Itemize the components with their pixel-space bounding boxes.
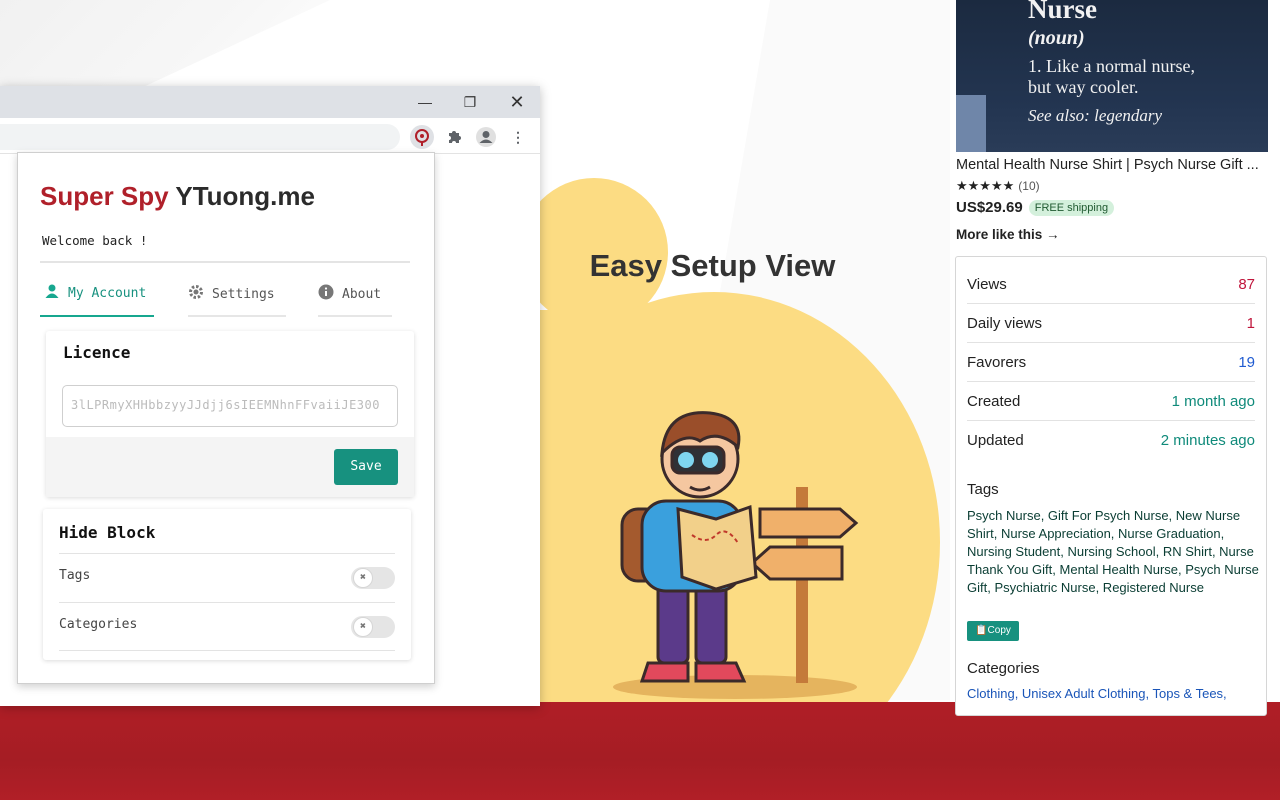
tab-label: Settings (212, 286, 275, 302)
licence-card: Licence 3lLPRmyXHHbbzyyJJdjj6sIEEMNhnFFv… (46, 331, 414, 497)
stat-label: Daily views (967, 315, 1043, 332)
address-bar[interactable] (0, 124, 400, 150)
spy-extension-icon[interactable] (410, 125, 434, 149)
stats-panel: Views 87 Daily views 1 Favorers 19 Creat… (955, 256, 1267, 716)
hide-categories-toggle[interactable]: ✖ (351, 616, 395, 638)
footer-band (0, 702, 1280, 800)
stat-value: 2 minutes ago (1160, 432, 1255, 449)
more-like-label: More like this (956, 227, 1043, 242)
extensions-puzzle-icon[interactable] (442, 125, 466, 149)
clipboard-icon: 📋 (975, 625, 988, 636)
divider (40, 261, 410, 263)
more-menu-icon[interactable]: ⋮ (506, 125, 530, 149)
hide-tags-label: Tags (59, 568, 91, 583)
more-like-this-link[interactable]: More like this → (956, 227, 1060, 242)
shirt-text-line: Nurse (1028, 0, 1097, 24)
price: US$29.69 (956, 199, 1023, 216)
arrow-right-icon: → (1046, 227, 1060, 242)
stat-row-daily-views: Daily views 1 (967, 304, 1255, 343)
hide-tags-row: Tags ✖ (59, 553, 395, 602)
hide-block-card: Hide Block Tags ✖ Categories ✖ (43, 509, 411, 660)
tab-label: About (342, 286, 382, 302)
welcome-text: Welcome back ! (42, 233, 148, 248)
title-bar: — ❐ ✕ (0, 86, 540, 118)
licence-title: Licence (63, 343, 131, 362)
person-icon (44, 283, 60, 303)
save-button[interactable]: Save (334, 449, 398, 485)
browser-toolbar: ⋮ (0, 118, 540, 154)
stat-value: 1 month ago (1171, 393, 1255, 410)
copy-label: Copy (987, 625, 1011, 636)
close-icon: ✖ (353, 568, 373, 588)
tags-list: Psych Nurse, Gift For Psych Nurse, New N… (967, 508, 1259, 595)
stat-label: Created (967, 393, 1021, 410)
stat-label: Updated (967, 432, 1024, 449)
tab-underline (318, 315, 392, 317)
star-rating-icons: ★★★★★ (956, 178, 1015, 193)
licence-card-footer: Save (46, 437, 414, 497)
hide-categories-label: Categories (59, 617, 138, 632)
shirt-text-line: but way cooler. (1028, 77, 1139, 97)
categories-heading: Categories (967, 660, 1040, 677)
minimize-icon[interactable]: — (414, 91, 436, 113)
hide-tags-toggle[interactable]: ✖ (351, 567, 395, 589)
profile-avatar-icon[interactable] (474, 125, 498, 149)
jeans-detail (956, 95, 986, 152)
info-icon (318, 284, 334, 304)
stat-row-created: Created 1 month ago (967, 382, 1255, 421)
shirt-text-line: 1. Like a normal nurse, (1028, 56, 1195, 76)
background-shape (0, 0, 330, 100)
brand-name-dark: YTuong.me (175, 181, 315, 211)
tab-my-account[interactable]: My Account (40, 271, 154, 317)
restore-icon[interactable]: ❐ (459, 91, 481, 113)
shirt-text-line: (noun) (1028, 27, 1085, 49)
hide-categories-row: Categories ✖ (59, 602, 395, 651)
product-image[interactable]: Nurse (noun) 1. Like a normal nurse, but… (956, 0, 1268, 152)
explorer-illustration (600, 405, 870, 710)
brand-name-red: Super Spy (40, 181, 169, 211)
gear-icon (188, 284, 204, 304)
stat-row-views: Views 87 (967, 265, 1255, 304)
stat-row-favorers: Favorers 19 (967, 343, 1255, 382)
headline: Easy Setup View (589, 248, 836, 283)
rating: ★★★★★ (10) (956, 178, 1040, 194)
free-shipping-badge: FREE shipping (1028, 199, 1115, 216)
stat-label: Favorers (967, 354, 1027, 371)
tags-heading: Tags (967, 481, 999, 498)
brand-title: Super Spy YTuong.me (40, 181, 315, 212)
price-row: US$29.69 FREE shipping (956, 199, 1115, 216)
stat-label: Views (967, 276, 1007, 293)
stat-value: 1 (1246, 315, 1255, 332)
product-title[interactable]: Mental Health Nurse Shirt | Psych Nurse … (956, 157, 1268, 173)
tab-label: My Account (68, 285, 147, 301)
hide-block-title: Hide Block (59, 523, 156, 542)
categories-list[interactable]: Clothing, Unisex Adult Clothing, Tops & … (967, 686, 1259, 701)
tab-bar: My Account Settings About (40, 271, 410, 317)
shirt-text-line: See also: legendary (1028, 106, 1163, 125)
tab-underline (188, 315, 286, 317)
copy-tags-button[interactable]: 📋Copy (967, 621, 1019, 641)
stat-row-updated: Updated 2 minutes ago (967, 421, 1255, 460)
tab-about[interactable]: About (318, 271, 392, 317)
close-icon: ✖ (353, 617, 373, 637)
review-count: (10) (1018, 179, 1040, 193)
stat-value: 87 (1238, 276, 1255, 293)
close-icon[interactable]: ✕ (506, 91, 528, 113)
licence-key-input[interactable]: 3lLPRmyXHHbbzyyJJdjj6sIEEMNhnFFvaiiJE300 (62, 385, 398, 427)
extension-popup: Super Spy YTuong.me Welcome back ! My Ac… (17, 152, 435, 684)
stat-value: 19 (1238, 354, 1255, 371)
tab-settings[interactable]: Settings (188, 271, 286, 317)
